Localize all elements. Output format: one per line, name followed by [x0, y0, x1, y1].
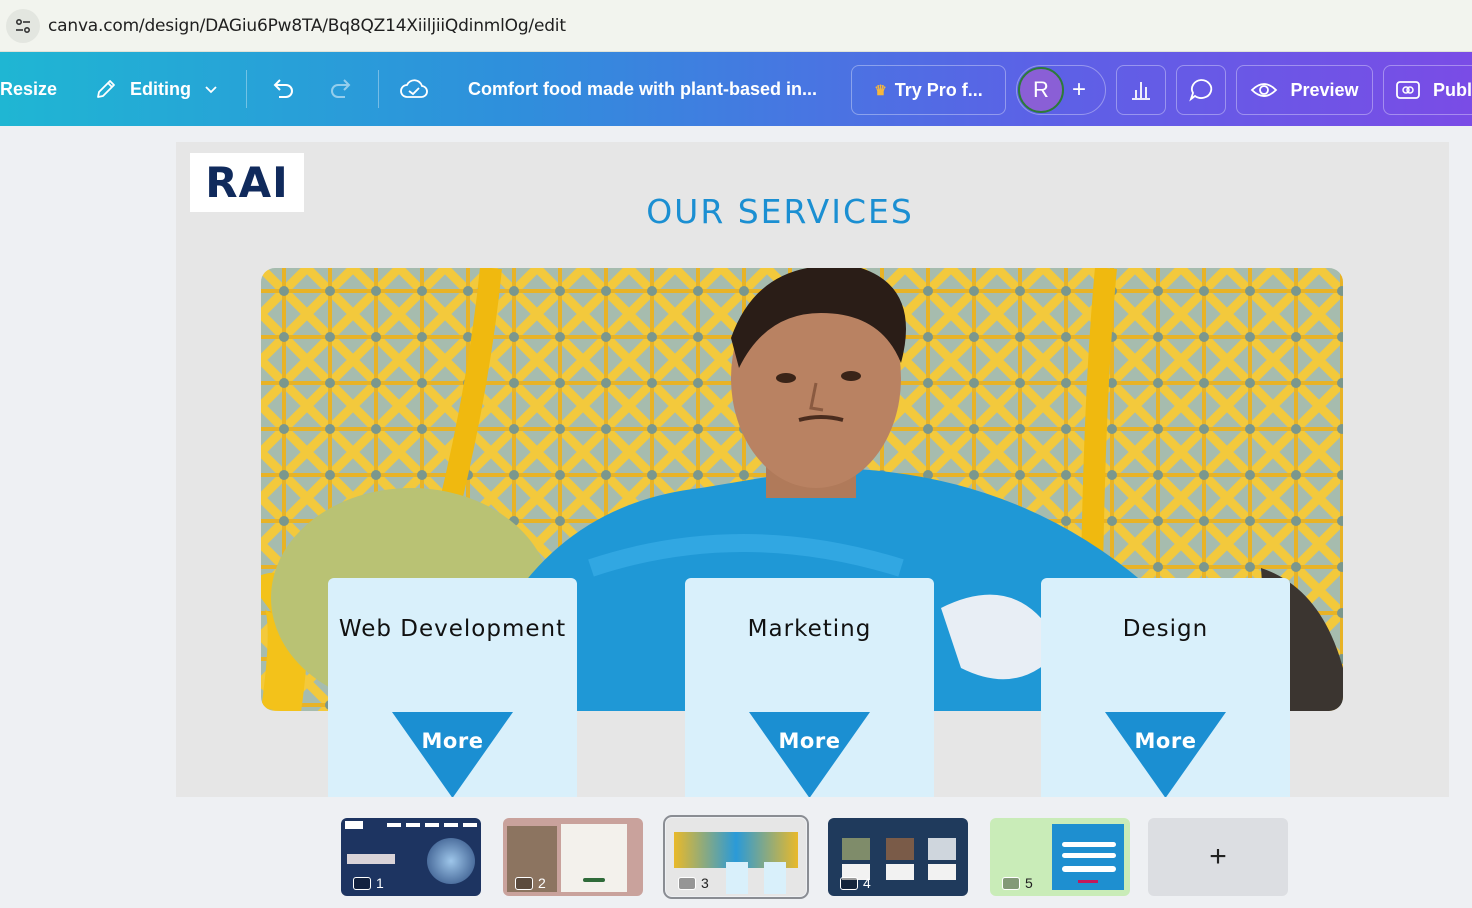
try-pro-label: Try Pro f...: [894, 79, 983, 100]
preview-button[interactable]: Preview: [1236, 65, 1373, 115]
insights-button[interactable]: [1116, 65, 1166, 115]
slide-canvas[interactable]: RAI OUR SERVICES Web Development More Ma…: [176, 142, 1449, 797]
url-text[interactable]: canva.com/design/DAGiu6Pw8TA/Bq8QZ14Xiil…: [48, 16, 566, 36]
comment-icon: [1189, 79, 1213, 102]
preview-label: Preview: [1290, 79, 1359, 100]
page-number-badge: 2: [515, 875, 546, 891]
page-thumbnail-4[interactable]: 4: [828, 818, 968, 896]
editing-label: Editing: [130, 78, 191, 99]
service-card-design[interactable]: Design More: [1041, 578, 1290, 797]
page-thumbnail-5[interactable]: 5: [990, 818, 1130, 896]
page-number-badge: 4: [840, 875, 871, 891]
avatar-initial: R: [1033, 77, 1049, 102]
avatar[interactable]: R: [1018, 67, 1064, 113]
crown-icon: ♛: [874, 81, 887, 98]
add-collaborator-icon[interactable]: +: [1072, 76, 1086, 104]
undo-button[interactable]: [270, 52, 296, 126]
service-card-web-development[interactable]: Web Development More: [328, 578, 577, 797]
redo-icon: [331, 79, 351, 98]
triangle-shape: [392, 712, 513, 797]
page-number-badge: 1: [353, 875, 384, 891]
page-thumbnail-1[interactable]: 1: [341, 818, 481, 896]
slide-title[interactable]: OUR SERVICES: [176, 192, 1384, 231]
collaborators-group: R +: [1016, 65, 1106, 115]
redo-button[interactable]: [328, 52, 354, 126]
service-title[interactable]: Marketing: [685, 616, 934, 642]
editor-toolbar: Resize Editing Comfort food made with pl…: [0, 52, 1472, 126]
try-pro-button[interactable]: ♛ Try Pro f...: [851, 65, 1006, 115]
resize-label: Resize: [0, 78, 58, 99]
present-icon: [840, 876, 858, 890]
more-button[interactable]: More: [685, 729, 934, 753]
service-card-marketing[interactable]: Marketing More: [685, 578, 934, 797]
present-icon: [353, 876, 371, 890]
triangle-shape: [1105, 712, 1226, 797]
cloud-save-status[interactable]: [399, 52, 429, 126]
present-icon: [678, 876, 696, 890]
publish-label: Publ: [1433, 79, 1472, 100]
page-thumbnail-2[interactable]: 2: [503, 818, 643, 896]
editing-mode-button[interactable]: Editing: [94, 52, 219, 126]
address-bar: canva.com/design/DAGiu6Pw8TA/Bq8QZ14Xiil…: [0, 0, 1472, 52]
add-page-button[interactable]: +: [1148, 818, 1288, 896]
eye-icon: [1251, 83, 1278, 97]
comments-button[interactable]: [1176, 65, 1226, 115]
pencil-icon: [97, 80, 115, 98]
bar-chart-icon: [1132, 82, 1150, 100]
present-icon: [515, 876, 533, 890]
present-icon: [1002, 876, 1020, 890]
document-title[interactable]: Comfort food made with plant-based in...: [468, 52, 817, 126]
present-icon: [1396, 81, 1420, 99]
cloud-check-icon: [400, 79, 428, 98]
plus-icon: +: [1209, 840, 1227, 873]
page-number-badge: 5: [1002, 875, 1033, 891]
undo-icon: [273, 79, 293, 98]
triangle-shape: [749, 712, 870, 797]
page-number-badge: 3: [678, 875, 709, 891]
service-title[interactable]: Web Development: [328, 616, 577, 642]
publish-button[interactable]: Publ: [1383, 65, 1472, 115]
more-button[interactable]: More: [1041, 729, 1290, 753]
chevron-down-icon: [205, 86, 217, 94]
page-thumbnail-strip: 1 2 3 4 5 +: [0, 798, 1472, 908]
resize-button[interactable]: Resize: [0, 52, 57, 126]
service-title[interactable]: Design: [1041, 616, 1290, 642]
more-button[interactable]: More: [328, 729, 577, 753]
site-settings-icon[interactable]: [6, 9, 40, 43]
page-thumbnail-3[interactable]: 3: [663, 815, 809, 899]
